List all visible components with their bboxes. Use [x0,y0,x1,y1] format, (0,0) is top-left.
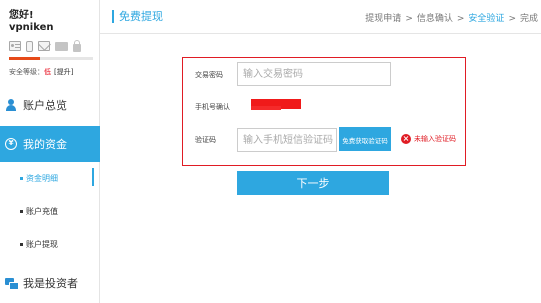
investor-icon [5,277,19,290]
error-text: 未输入验证码 [414,135,456,143]
username: vpniken [9,22,54,33]
safety-upgrade-link[interactable]: [提升] [54,68,73,76]
bank-card-icon[interactable] [55,41,68,51]
sms-code-input[interactable] [237,128,337,152]
error-icon: × [401,134,411,144]
sidebar: 您好! vpniken 安全等级：低 [提升] 账户总览 ¥ 我的资金 资金明细 … [0,0,100,303]
verification-icons [9,39,93,52]
sub-item-recharge[interactable]: 账户充值 [0,200,100,222]
page-title: 免费提现 [112,10,163,23]
security-form: 交易密码 手机号确认 验证码 免费获取验证码 × 未输入验证码 [182,57,466,166]
safety-level-fill [9,57,41,60]
step-apply: 提现申请 [365,14,402,24]
safety-label: 安全等级： [9,68,44,76]
nav-label: 我的资金 [23,138,67,151]
step-done: 完成 [519,14,538,24]
active-marker [92,168,94,186]
sub-item-fund-details[interactable]: 资金明细 [0,167,100,189]
nav-item-investor[interactable]: 我是投资者 [0,266,100,300]
trade-password-label: 交易密码 [195,71,223,79]
step-separator: > [456,14,465,24]
content-header: 免费提现 提现申请 > 信息确认 > 安全验证 > 完成 [100,0,541,34]
safety-level: 安全等级：低 [提升] [9,67,73,77]
sms-code-label: 验证码 [195,136,216,144]
trade-password-input[interactable] [237,62,391,86]
nav-item-funds[interactable]: ¥ 我的资金 [0,126,100,162]
lock-icon[interactable] [73,39,81,52]
next-step-button[interactable]: 下一步 [237,171,389,195]
sub-label: 账户提现 [26,239,58,249]
get-code-button[interactable]: 免费获取验证码 [339,127,391,151]
sub-label: 账户充值 [26,206,58,216]
id-card-icon[interactable] [9,41,21,51]
safety-level-value: 低 [44,68,51,76]
safety-level-bar [9,57,93,60]
bullet-icon [20,176,23,180]
error-message: × 未输入验证码 [401,134,456,144]
phone-icon[interactable] [26,40,33,52]
step-breadcrumb: 提现申请 > 信息确认 > 安全验证 > 完成 [365,11,538,24]
step-security: 安全验证 [468,14,505,24]
sub-label: 资金明细 [26,173,58,183]
greeting-text: 您好! [9,10,34,21]
mail-icon[interactable] [38,41,50,51]
nav-label: 账户总览 [23,99,67,112]
step-separator: > [508,14,516,24]
sub-item-withdraw[interactable]: 账户提现 [0,233,100,255]
user-icon [5,99,17,111]
yen-icon: ¥ [5,138,17,150]
bullet-icon [20,242,23,246]
phone-confirm-label: 手机号确认 [195,103,230,111]
nav-item-overview[interactable]: 账户总览 [0,88,100,122]
step-confirm: 信息确认 [416,14,453,24]
phone-redaction [251,106,281,110]
nav-label: 我是投资者 [23,277,78,290]
bullet-icon [20,209,23,213]
step-separator: > [405,14,413,24]
